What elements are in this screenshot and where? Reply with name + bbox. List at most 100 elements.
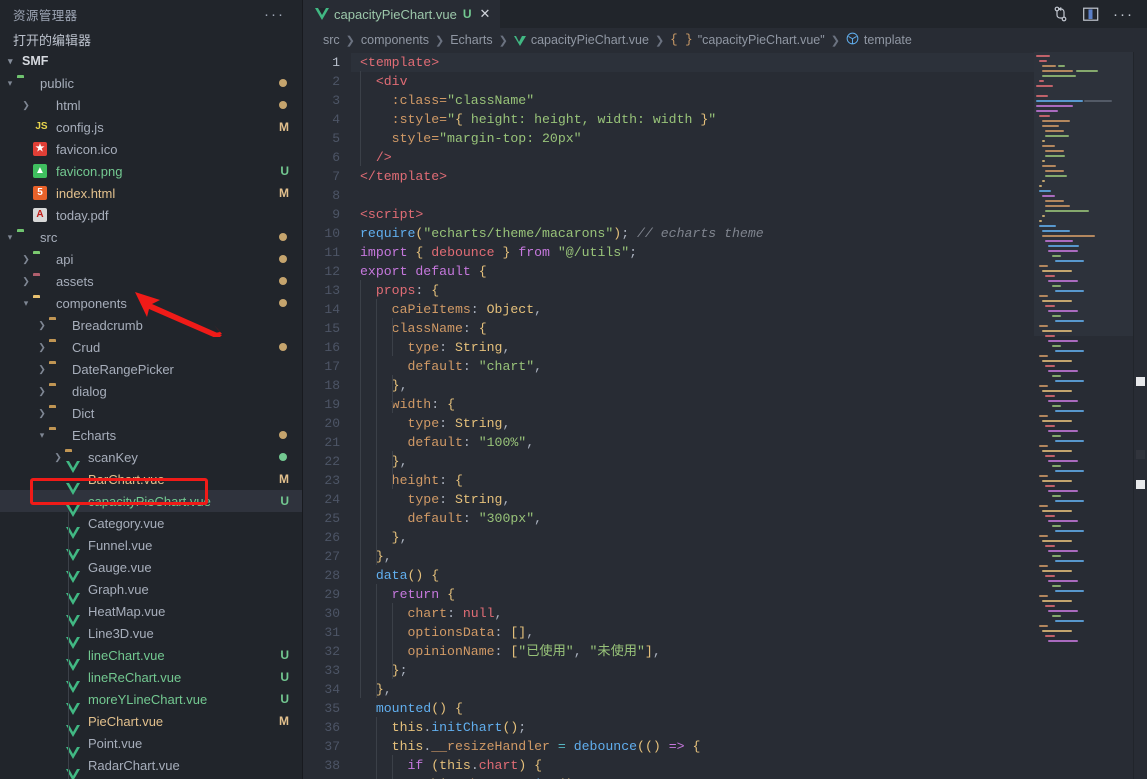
more-actions-icon[interactable]: ··· bbox=[1113, 7, 1134, 22]
code-line[interactable]: height: { bbox=[351, 471, 1034, 490]
code-line[interactable]: return { bbox=[351, 585, 1034, 604]
code-line[interactable]: }, bbox=[351, 547, 1034, 566]
tree-folder-row[interactable]: ❯ scanKey bbox=[0, 446, 302, 468]
code-line[interactable]: }, bbox=[351, 680, 1034, 699]
code-line[interactable]: caPieItems: Object, bbox=[351, 300, 1034, 319]
file-tree[interactable]: ▾ public ❯ html ❯ JS config.js M ❯ ★ favicon.ico ❯ ▲… bbox=[0, 72, 302, 779]
code-line[interactable]: default: "300px", bbox=[351, 509, 1034, 528]
code-line[interactable]: :class="className" bbox=[351, 91, 1034, 110]
code-line[interactable]: }, bbox=[351, 376, 1034, 395]
tree-file-row[interactable]: ❯RadarChart.vue bbox=[0, 747, 302, 776]
code-line[interactable]: default: "chart", bbox=[351, 357, 1034, 376]
code-line[interactable]: style="margin-top: 20px" bbox=[351, 129, 1034, 148]
code-line[interactable]: require("echarts/theme/macarons"); // ec… bbox=[351, 224, 1034, 243]
tree-file-row[interactable]: ❯BarChart.vueM bbox=[0, 461, 302, 490]
tree-file-row[interactable]: ❯★favicon.ico bbox=[0, 138, 302, 160]
code-line[interactable]: mounted() { bbox=[351, 699, 1034, 718]
tree-folder-row[interactable]: ❯ Dict bbox=[0, 402, 302, 424]
code-line[interactable]: export default { bbox=[351, 262, 1034, 281]
tree-file-row[interactable]: ❯HeatMap.vue bbox=[0, 593, 302, 622]
breadcrumb[interactable]: src ❯ components ❯ Echarts ❯ capacityPieChart.… bbox=[303, 28, 1147, 52]
code-line[interactable]: className: { bbox=[351, 319, 1034, 338]
tree-file-row[interactable]: ❯lineReChart.vueU bbox=[0, 659, 302, 688]
code-line[interactable]: </template> bbox=[351, 167, 1034, 186]
project-section-header[interactable]: ▾ SMF bbox=[0, 50, 302, 72]
tree-file-row[interactable]: ❯PieChart.vueM bbox=[0, 703, 302, 732]
code-line[interactable]: chart: null, bbox=[351, 604, 1034, 623]
layout-panel-icon[interactable] bbox=[1083, 7, 1099, 22]
tree-folder-row[interactable]: ❯ html bbox=[0, 94, 302, 116]
tree-file-row[interactable]: ❯JSconfig.jsM bbox=[0, 116, 302, 138]
code-line[interactable]: }, bbox=[351, 528, 1034, 547]
code-line[interactable]: type: String, bbox=[351, 490, 1034, 509]
tree-folder-row[interactable]: ❯ assets bbox=[0, 270, 302, 292]
code-line[interactable]: width: { bbox=[351, 395, 1034, 414]
tree-folder-row[interactable]: ❯ DateRangePicker bbox=[0, 358, 302, 380]
breadcrumb-item[interactable]: src bbox=[323, 33, 340, 47]
editor-tab-capacityPieChart[interactable]: capacityPieChart.vue U ✕ bbox=[303, 0, 502, 28]
tree-file-row[interactable]: ❯lineChart.vueU bbox=[0, 637, 302, 666]
code-line[interactable] bbox=[351, 186, 1034, 205]
tree-folder-row[interactable]: ❯ dialog bbox=[0, 380, 302, 402]
tree-folder-row[interactable]: ▾ public bbox=[0, 72, 302, 94]
code-line[interactable]: opinionName: ["已使用", "未使用"], bbox=[351, 642, 1034, 661]
tree-folder-row[interactable]: ▾ Echarts bbox=[0, 424, 302, 446]
breadcrumb-item[interactable]: Echarts bbox=[450, 33, 492, 47]
minimap-line bbox=[1045, 515, 1055, 517]
minimap-line bbox=[1051, 285, 1061, 287]
code-line[interactable]: type: String, bbox=[351, 414, 1034, 433]
tree-folder-row[interactable]: ❯ Breadcrumb bbox=[0, 314, 302, 336]
code-line[interactable]: }; bbox=[351, 661, 1034, 680]
tree-folder-row[interactable]: ❯ Crud bbox=[0, 336, 302, 358]
tree-file-row[interactable]: ❯5index.htmlM bbox=[0, 182, 302, 204]
code-line[interactable]: <div bbox=[351, 72, 1034, 91]
code-line[interactable]: <script> bbox=[351, 205, 1034, 224]
code-line[interactable]: this.__resizeHandler = debounce(() => { bbox=[351, 737, 1034, 756]
code-line[interactable]: props: { bbox=[351, 281, 1034, 300]
code-line[interactable]: /> bbox=[351, 148, 1034, 167]
tree-file-row[interactable]: ❯Gauge.vue bbox=[0, 549, 302, 578]
tree-file-row[interactable]: ❯moreYLineChart.vueU bbox=[0, 681, 302, 710]
code-line[interactable]: if (this.chart) { bbox=[351, 756, 1034, 775]
code-line[interactable]: <template> bbox=[351, 53, 1034, 72]
tree-file-row[interactable]: ❯Graph.vue bbox=[0, 571, 302, 600]
code-line[interactable]: data() { bbox=[351, 566, 1034, 585]
minimap-slider[interactable] bbox=[1034, 52, 1133, 336]
code-line[interactable]: }, bbox=[351, 452, 1034, 471]
code-content[interactable]: <template> <div :class="className" :styl… bbox=[351, 52, 1034, 779]
tree-folder-row[interactable]: ▾ components bbox=[0, 292, 302, 314]
code-line[interactable]: this.initChart(); bbox=[351, 718, 1034, 737]
chevron-right-icon: ❯ bbox=[54, 451, 62, 462]
breadcrumb-item[interactable]: template bbox=[846, 32, 912, 48]
chevron-right-icon: ❯ bbox=[22, 275, 30, 286]
code-line[interactable]: this.chart.resize(); bbox=[351, 775, 1034, 779]
minimap[interactable] bbox=[1034, 52, 1133, 779]
overview-ruler[interactable] bbox=[1133, 52, 1147, 779]
tree-file-row[interactable]: ❯Category.vue bbox=[0, 505, 302, 534]
editor-tab-bar: capacityPieChart.vue U ✕ ··· bbox=[303, 0, 1147, 28]
open-editors-section-header[interactable]: 打开的编辑器 bbox=[0, 28, 302, 50]
code-line[interactable]: default: "100%", bbox=[351, 433, 1034, 452]
explorer-more-icon[interactable]: ··· bbox=[261, 7, 288, 22]
code-line[interactable]: optionsData: [], bbox=[351, 623, 1034, 642]
tree-file-row[interactable]: ❯▲favicon.pngU bbox=[0, 160, 302, 182]
tree-file-row[interactable]: ❯Line3D.vue bbox=[0, 615, 302, 644]
tree-file-row[interactable]: ❯Atoday.pdf bbox=[0, 204, 302, 226]
close-icon[interactable]: ✕ bbox=[480, 6, 491, 22]
code-line[interactable]: import { debounce } from "@/utils"; bbox=[351, 243, 1034, 262]
split-editor-icon[interactable] bbox=[1053, 6, 1069, 22]
code-token: // echarts theme bbox=[629, 226, 764, 241]
tree-file-row[interactable]: ❯Point.vue bbox=[0, 725, 302, 754]
breadcrumb-item[interactable]: components bbox=[361, 33, 429, 47]
tree-file-row[interactable]: ❯capacityPieChart.vueU bbox=[0, 483, 302, 512]
tree-folder-row[interactable]: ▾ src bbox=[0, 226, 302, 248]
tree-folder-row[interactable]: ❯ api bbox=[0, 248, 302, 270]
code-line[interactable]: type: String, bbox=[351, 338, 1034, 357]
breadcrumb-item[interactable]: capacityPieChart.vue bbox=[513, 33, 649, 47]
breadcrumb-item[interactable]: { } "capacityPieChart.vue" bbox=[670, 33, 825, 47]
code-line[interactable]: :style="{ height: height, width: width }… bbox=[351, 110, 1034, 129]
tree-file-row[interactable]: ❯Funnel.vue bbox=[0, 527, 302, 556]
